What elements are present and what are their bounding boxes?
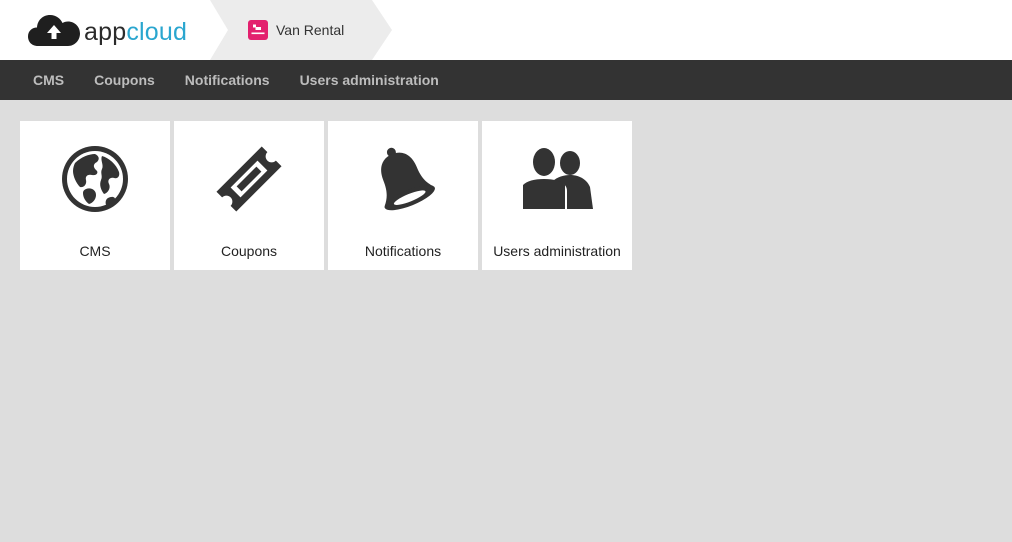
tile-coupons[interactable]: Coupons bbox=[174, 121, 324, 270]
tile-cms[interactable]: CMS bbox=[20, 121, 170, 270]
nav-item-notifications[interactable]: Notifications bbox=[170, 60, 285, 100]
top-header: appcloud Van Rental bbox=[0, 0, 1012, 60]
van-rental-app-icon bbox=[248, 20, 268, 40]
tile-label-cms: CMS bbox=[79, 243, 111, 259]
tile-notifications[interactable]: Notifications bbox=[328, 121, 478, 270]
breadcrumb-item-van-rental[interactable]: Van Rental bbox=[248, 19, 344, 41]
users-icon bbox=[482, 143, 632, 215]
ticket-icon bbox=[174, 143, 324, 215]
tile-label-users-administration: Users administration bbox=[493, 243, 621, 259]
brand-name: appcloud bbox=[84, 17, 188, 46]
breadcrumb: Van Rental bbox=[210, 0, 395, 60]
main-nav: CMS Coupons Notifications Users administ… bbox=[0, 60, 1012, 100]
tile-label-coupons: Coupons bbox=[220, 243, 278, 259]
brand-name-cloud: cloud bbox=[126, 17, 188, 46]
module-tiles: CMS Coupons Notifications Users administ… bbox=[20, 121, 636, 270]
nav-item-coupons[interactable]: Coupons bbox=[79, 60, 170, 100]
tile-users-administration[interactable]: Users administration bbox=[482, 121, 632, 270]
tile-label-notifications: Notifications bbox=[364, 243, 442, 259]
breadcrumb-label: Van Rental bbox=[276, 22, 345, 38]
appcloud-logo[interactable]: appcloud bbox=[28, 12, 187, 48]
globe-icon bbox=[20, 143, 170, 215]
nav-item-cms[interactable]: CMS bbox=[18, 60, 79, 100]
brand-name-app: app bbox=[84, 17, 127, 46]
cloud-upload-icon bbox=[28, 15, 80, 46]
nav-item-users-administration[interactable]: Users administration bbox=[285, 60, 454, 100]
bell-icon bbox=[328, 143, 478, 215]
